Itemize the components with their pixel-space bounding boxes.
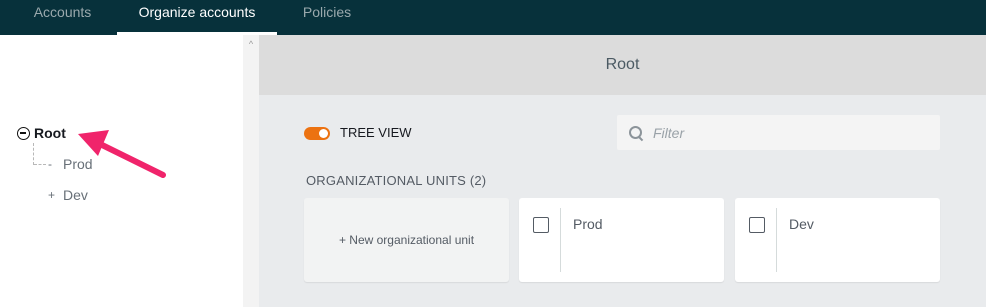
tree-node-root[interactable]: Root: [17, 124, 66, 142]
ou-card-name[interactable]: Prod: [573, 216, 603, 232]
tab-organize-accounts[interactable]: Organize accounts: [117, 0, 277, 35]
annotation-arrow-icon: [78, 130, 166, 178]
tree-view-toggle[interactable]: [304, 127, 330, 140]
tree-root-label[interactable]: Root: [34, 125, 66, 141]
card-divider: [560, 208, 561, 272]
top-navigation: Accounts Organize accounts Policies: [0, 0, 986, 35]
ou-card-dev[interactable]: Dev: [735, 198, 940, 282]
card-divider: [776, 208, 777, 272]
tree-node-label[interactable]: Dev: [63, 187, 88, 203]
collapse-icon[interactable]: -: [48, 157, 58, 171]
sidebar-scrollbar[interactable]: ^: [243, 35, 259, 307]
tree-connector-line: [33, 143, 34, 165]
ou-checkbox[interactable]: [749, 217, 765, 233]
ou-checkbox[interactable]: [533, 217, 549, 233]
tree-node-dev[interactable]: + Dev: [48, 186, 88, 204]
page-title: Root: [259, 35, 986, 95]
tab-accounts[interactable]: Accounts: [0, 0, 125, 35]
scroll-up-arrow-icon[interactable]: ^: [243, 39, 259, 49]
filter-input[interactable]: [653, 124, 933, 141]
tab-policies[interactable]: Policies: [277, 0, 377, 35]
collapse-circle-icon[interactable]: [17, 126, 30, 140]
expand-icon[interactable]: +: [48, 188, 58, 202]
filter-field[interactable]: [617, 115, 940, 150]
organizational-units-heading: ORGANIZATIONAL UNITS (2): [306, 173, 487, 188]
ou-card-prod[interactable]: Prod: [519, 198, 724, 282]
search-icon: [628, 125, 644, 141]
ou-card-name[interactable]: Dev: [789, 216, 814, 232]
main-panel: Root TREE VIEW ORGANIZATIONAL UNITS (2) …: [259, 35, 986, 307]
tree-view-label: TREE VIEW: [340, 125, 412, 140]
new-organizational-unit-button[interactable]: + New organizational unit: [304, 198, 509, 282]
tree-connector-branch: [34, 164, 46, 165]
